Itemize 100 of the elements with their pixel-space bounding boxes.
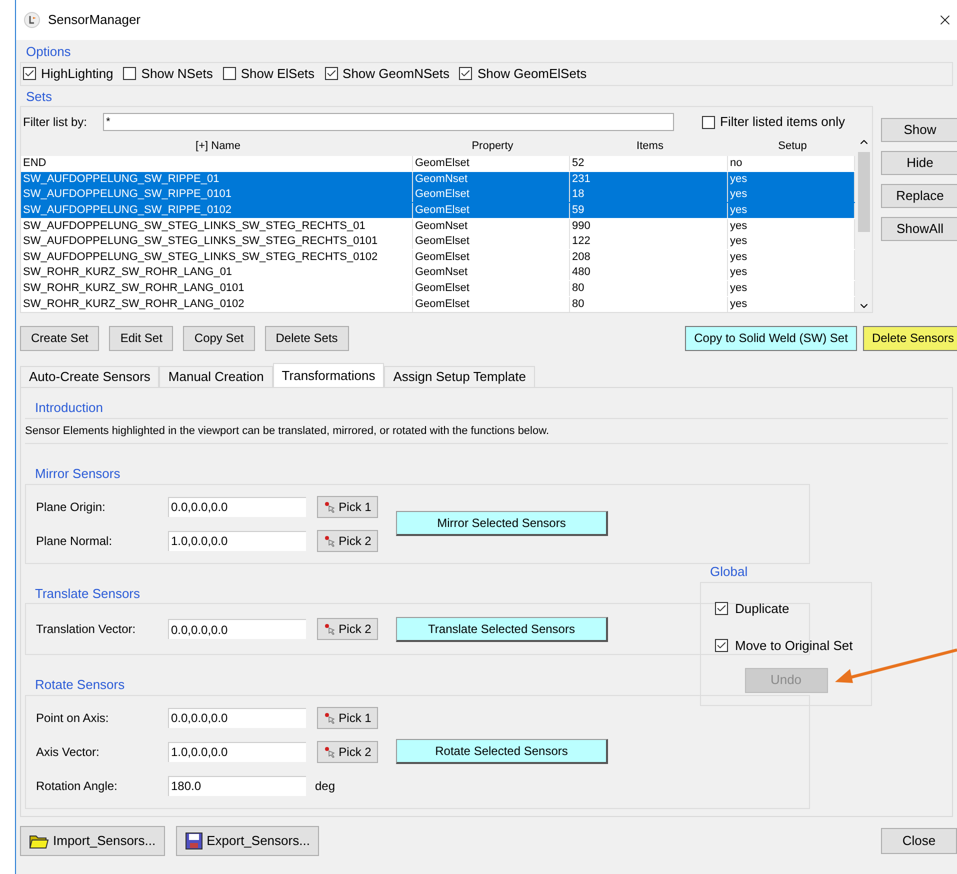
field-label: Axis Vector: [36,744,100,760]
table-cell: SW_AUFDOPPELUNG_SW_STEG_LINKS_SW_STEG_RECHTS_0101 [21,234,413,250]
table-cell: GeomNset [413,265,570,280]
table-cell: SW_AUFDOPPELUNG_SW_RIPPE_0102 [21,203,413,218]
table-cell: 52 [570,156,728,172]
pick-cursor-icon [324,712,336,724]
set-button[interactable]: Edit Set [109,326,174,350]
group-title: Options [25,43,72,61]
table-cell: 80 [570,296,728,312]
action-button[interactable]: Mirror Selected Sensors [396,511,608,536]
table-cell: SW_ROHR_KURZ_SW_ROHR_LANG_01 [21,265,413,280]
group-title: Rotate Sensors [35,676,125,694]
checkbox[interactable] [715,639,728,652]
pick-cursor-icon [324,534,336,546]
table-cell: SW_ROHR_KURZ_SW_ROHR_LANG_0102 [21,296,413,312]
table-cell: SW_ROHR_KURZ_SW_ROHR_LANG_0101 [21,281,413,296]
column-header[interactable]: Setup [728,138,855,154]
group-title: Translate Sensors [35,584,140,602]
checkbox-label: Show ElSets [240,64,315,83]
checkbox[interactable] [222,67,236,80]
action-button[interactable]: Delete Sensors [862,326,957,350]
checkbox[interactable] [324,67,338,80]
side-button[interactable]: Show [881,118,957,142]
table-row[interactable]: SW_AUFDOPPELUNG_SW_RIPPE_0102 GeomElset 59 yes [21,202,855,218]
set-button[interactable]: Copy Set [183,326,255,350]
table-cell: GeomElset [413,281,570,296]
tab[interactable]: Manual Creation [159,366,273,387]
pick-button[interactable]: Pick 2 [317,740,378,762]
checkbox-label: Show NSets [141,64,213,83]
group-title: Mirror Sensors [35,465,120,483]
tab[interactable]: Assign Setup Template [384,366,535,387]
column-header[interactable]: [+] Name [21,138,413,154]
table-cell: END [21,156,413,172]
input-field[interactable]: 1.0,0.0,0.0 [168,530,306,550]
table-cell: SW_AUFDOPPELUNG_SW_STEG_LINKS_SW_STEG_RECHTS_01 [21,218,413,234]
field-label: Rotation Angle: [36,778,118,794]
field-label: Plane Origin: [36,498,106,516]
pick-button[interactable]: Pick 2 [317,618,378,640]
field-label: Translation Vector: [36,621,137,638]
checkbox[interactable] [23,67,36,80]
table-cell: GeomElset [413,234,570,250]
action-button[interactable]: Translate Selected Sensors [396,616,608,642]
window-title: SensorManager [48,11,142,30]
checkbox-label: HighLighting [41,64,114,83]
import-button[interactable]: Import_Sensors... [20,826,165,856]
set-button[interactable]: Delete Sets [264,326,349,350]
input-field[interactable]: 0.0,0.0,0.0 [168,496,306,516]
group-title: Global [710,563,748,581]
table-cell: GeomElset [413,203,570,218]
table-cell: GeomElset [413,156,570,172]
unit-label: deg [315,778,336,794]
action-button[interactable]: Copy to Solid Weld (SW) Set [685,326,857,350]
checkbox[interactable] [715,602,728,615]
set-button[interactable]: Create Set [20,326,100,350]
field-label: Point on Axis: [36,710,110,726]
checkbox-label: Move to Original Set [735,637,853,655]
checkbox[interactable] [702,116,715,128]
table-cell: 990 [570,218,728,234]
group-title: Sets [25,88,54,106]
checkbox-label: Show GeomElSets [477,64,587,83]
checkbox-label: Show GeomNSets [342,64,450,83]
tab[interactable]: Auto-Create Sensors [20,366,160,387]
input-field[interactable]: 0.0,0.0,0.0 [168,619,306,639]
export-button[interactable]: Export_Sensors... [176,826,319,856]
checkbox-label: Filter listed items only [720,113,845,132]
table-cell: GeomElset [413,250,570,265]
checkbox[interactable] [123,67,136,80]
table-cell: 122 [570,234,728,250]
table-cell: GeomElset [413,187,570,202]
column-header[interactable]: Property [413,138,570,154]
pick-cursor-icon [324,623,336,635]
checkbox-label: Duplicate [735,600,790,618]
app-logo-icon [24,12,40,28]
filter-field[interactable]: * [103,113,674,131]
table-cell: 208 [570,250,728,265]
pick-button[interactable]: Pick 1 [317,496,378,518]
table-cell: 480 [570,265,728,280]
table-cell: 80 [570,281,728,296]
input-field[interactable]: 180.0 [168,776,306,796]
side-button[interactable]: Hide [881,151,957,175]
tab[interactable]: Transformations [272,363,384,387]
column-header[interactable]: Items [570,138,728,154]
action-button[interactable]: Rotate Selected Sensors [396,739,608,764]
input-field[interactable]: 0.0,0.0,0.0 [168,708,306,728]
table-cell: GeomElset [413,296,570,312]
pick-button[interactable]: Pick 1 [317,706,378,728]
group-title: Introduction [34,399,104,417]
pick-button[interactable]: Pick 2 [317,530,378,552]
input-field[interactable]: 1.0,0.0,0.0 [168,742,306,762]
checkbox[interactable] [459,67,472,80]
table-row[interactable]: SW_AUFDOPPELUNG_SW_RIPPE_0101 GeomElset 18 yes [21,187,855,203]
table-cell: 59 [570,203,728,218]
side-button[interactable]: ShowAll [881,217,957,241]
close-button[interactable]: Close [881,828,957,854]
table-cell: SW_AUFDOPPELUNG_SW_RIPPE_0101 [21,187,413,202]
side-button[interactable]: Replace [881,184,957,208]
filter-label: Filter list by: [23,114,88,131]
table-cell: SW_AUFDOPPELUNG_SW_STEG_LINKS_SW_STEG_RECHTS_0102 [21,250,413,265]
intro-text: Sensor Elements highlighted in the viewport can be translated, mirrored, or rotated with the functions below. [25,424,550,438]
table-row[interactable]: SW_AUFDOPPELUNG_SW_RIPPE_01 GeomNset 231 yes [21,172,855,188]
